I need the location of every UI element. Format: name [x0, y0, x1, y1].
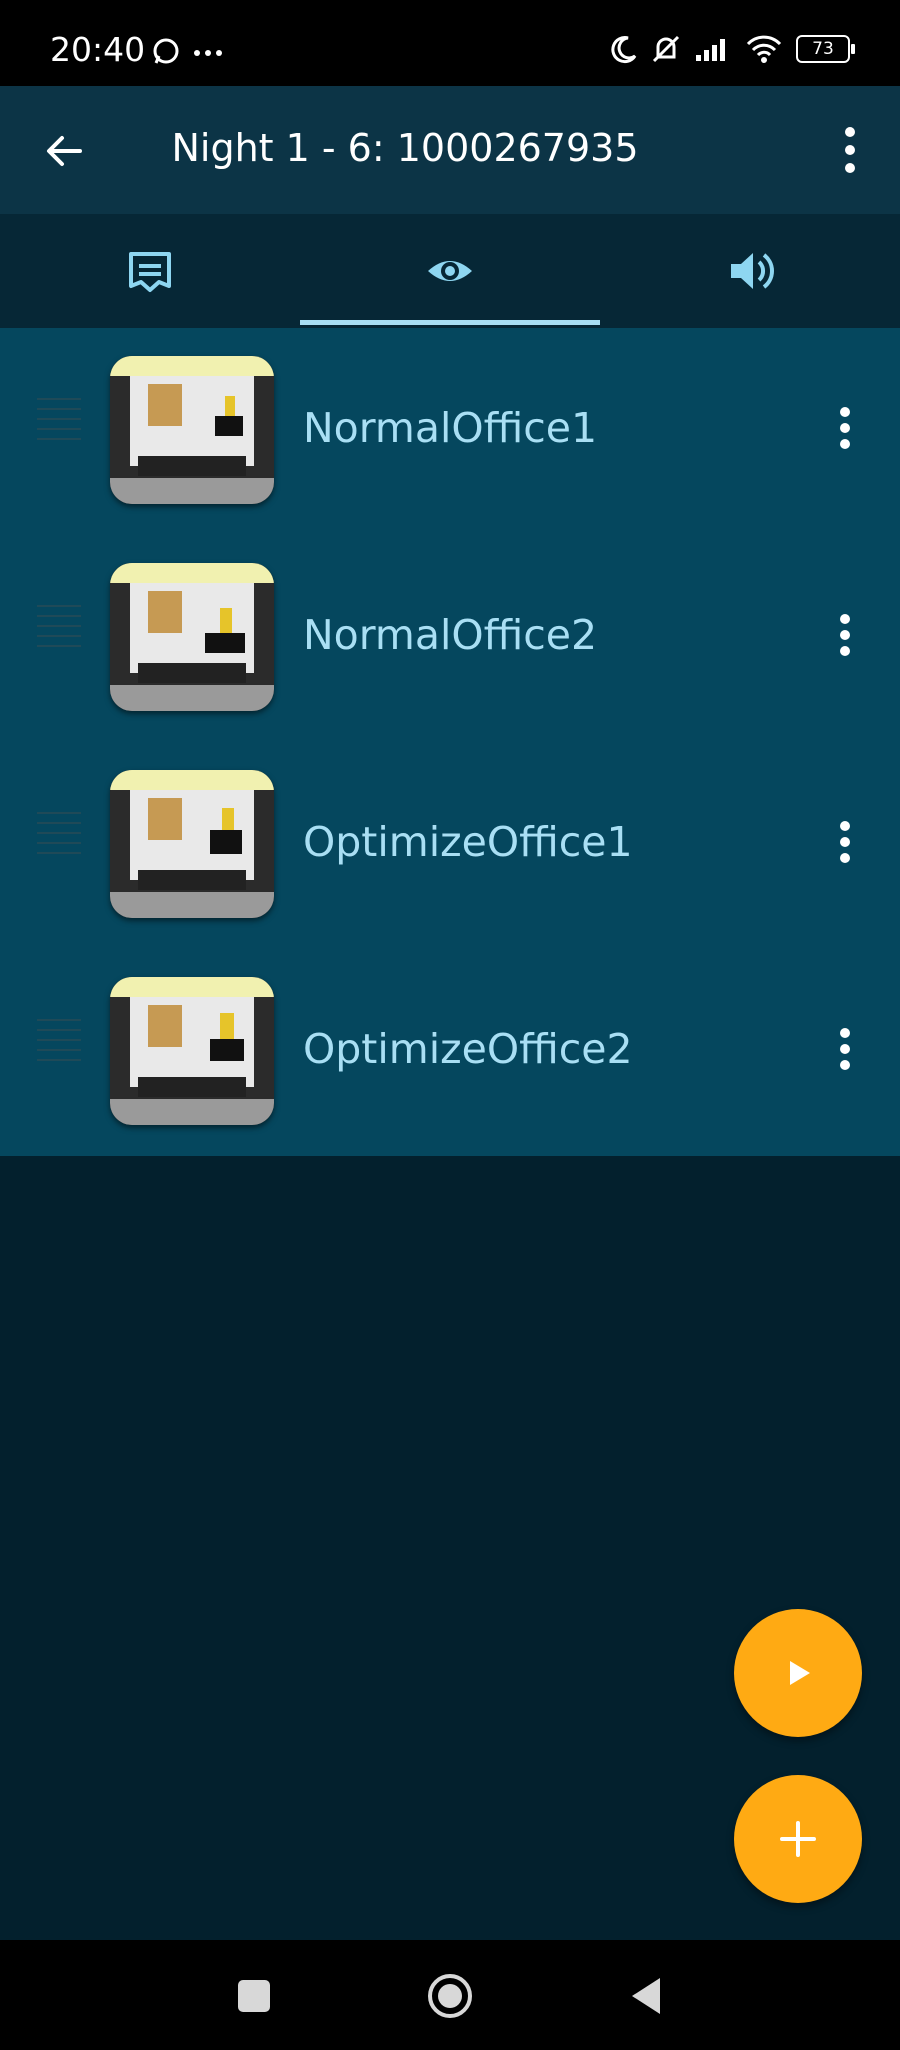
item-menu-button[interactable]: [830, 1024, 860, 1074]
tab-bar: [0, 214, 900, 328]
office-thumbnail: [110, 356, 274, 504]
tab-sound[interactable]: [600, 214, 900, 328]
play-button[interactable]: [734, 1609, 862, 1737]
play-icon: [790, 1661, 810, 1685]
list-item-label: OptimizeOffice2: [303, 1025, 633, 1073]
notifications-off-icon: [652, 35, 680, 63]
item-menu-button[interactable]: [830, 403, 860, 453]
office-thumbnail: [110, 977, 274, 1125]
app-bar: Night 1 - 6: 1000267935: [0, 86, 900, 214]
item-menu-button[interactable]: [830, 610, 860, 660]
home-circle-icon: [428, 1974, 472, 2018]
status-bar: 20:40 73: [0, 0, 900, 86]
add-icon: [780, 1821, 816, 1857]
list-item[interactable]: OptimizeOffice2: [0, 949, 900, 1156]
list-item[interactable]: NormalOffice1: [0, 328, 900, 535]
drag-handle-icon[interactable]: [37, 812, 81, 862]
page-title: Night 1 - 6: 1000267935: [171, 126, 639, 170]
drag-handle-icon[interactable]: [37, 398, 81, 448]
battery-icon: 73: [796, 35, 855, 63]
signal-icon: [696, 39, 725, 61]
back-triangle-icon: [632, 1978, 660, 2014]
overflow-menu-icon: [840, 1028, 850, 1070]
status-time: 20:40: [50, 30, 146, 69]
status-right-icons: 73: [608, 33, 855, 65]
list-item[interactable]: NormalOffice2: [0, 535, 900, 742]
add-button[interactable]: [734, 1775, 862, 1903]
list-item-label: OptimizeOffice1: [303, 818, 633, 866]
moon-icon: [611, 36, 637, 64]
wifi-icon: [746, 35, 782, 63]
drag-handle-icon[interactable]: [37, 1019, 81, 1069]
recents-square-icon: [238, 1980, 270, 2012]
eye-icon: [428, 261, 472, 281]
overflow-menu-button[interactable]: [830, 124, 870, 176]
map-icon: [129, 252, 171, 292]
tab-eye[interactable]: [300, 214, 600, 328]
drag-handle-icon[interactable]: [37, 605, 81, 655]
overflow-menu-icon: [845, 127, 855, 173]
item-menu-button[interactable]: [830, 817, 860, 867]
back-nav-button[interactable]: [618, 1968, 674, 2024]
tab-map[interactable]: [0, 214, 300, 328]
status-left-icons: [152, 36, 232, 70]
overflow-menu-icon: [840, 407, 850, 449]
list-item-label: NormalOffice1: [303, 404, 598, 452]
list-item[interactable]: OptimizeOffice1: [0, 742, 900, 949]
recents-button[interactable]: [226, 1968, 282, 2024]
overflow-menu-icon: [840, 614, 850, 656]
office-thumbnail: [110, 563, 274, 711]
office-thumbnail: [110, 770, 274, 918]
more-dots-icon: [194, 50, 222, 56]
volume-icon: [731, 253, 774, 289]
home-button[interactable]: [422, 1968, 478, 2024]
whatsapp-icon: [153, 38, 179, 64]
system-nav-bar: [0, 1940, 900, 2050]
tab-indicator: [300, 320, 600, 325]
list-item-label: NormalOffice2: [303, 611, 598, 659]
office-list: NormalOffice1 NormalOffice2 OptimizeOffi…: [0, 328, 900, 1156]
overflow-menu-icon: [840, 821, 850, 863]
